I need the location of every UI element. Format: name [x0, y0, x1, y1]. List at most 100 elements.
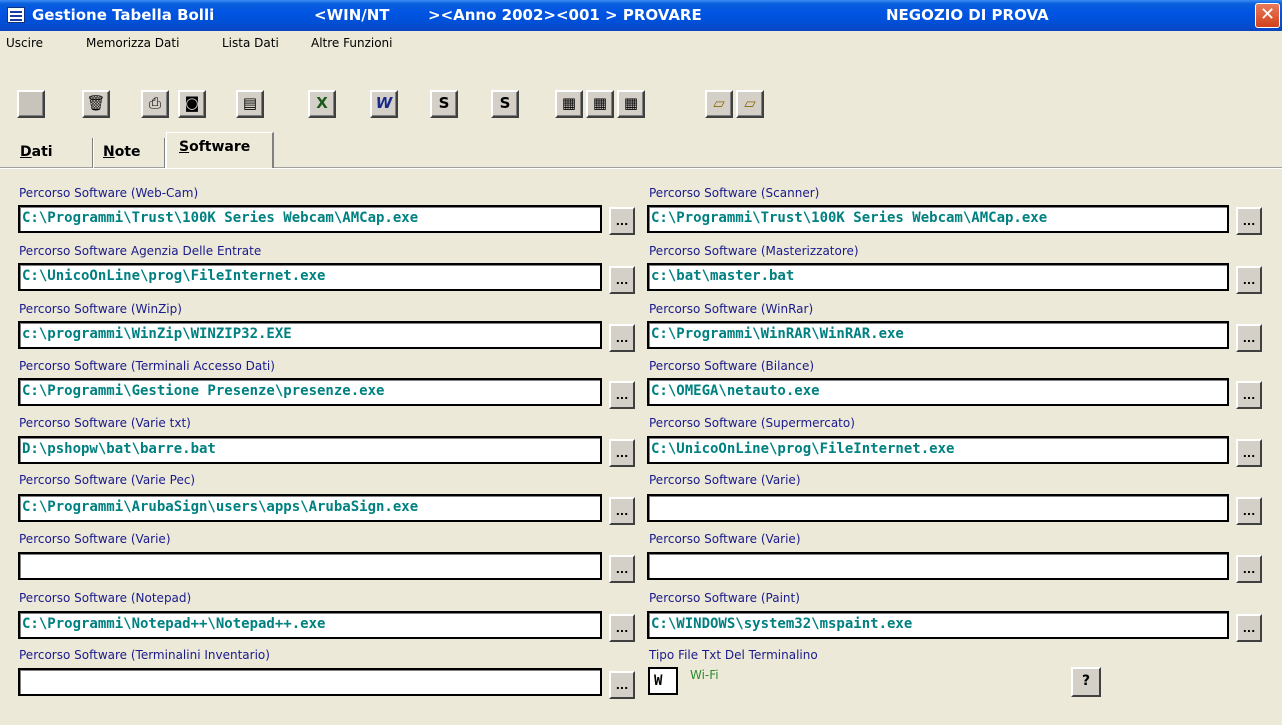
field-label-bilance: Percorso Software (Bilance) — [649, 359, 815, 373]
export-icon: S — [499, 94, 511, 112]
field-label-winzip: Percorso Software (WinZip) — [19, 302, 182, 316]
toolbar-clipboard2-button[interactable]: ▦ — [586, 90, 614, 118]
field-label-paint: Percorso Software (Paint) — [649, 591, 800, 605]
browse-button-varie-txt[interactable]: ... — [609, 439, 635, 467]
field-label-notepad: Percorso Software (Notepad) — [19, 591, 192, 605]
close-icon: ✕ — [1259, 4, 1276, 25]
field-varie-txt-path[interactable]: D:\pshopw\bat\barre.bat — [18, 436, 602, 464]
field-label-terminali: Percorso Software (Terminali Accesso Dat… — [19, 359, 275, 373]
toolbar-preview-button[interactable]: ◙ — [178, 90, 206, 118]
browse-button-webcam[interactable]: ... — [609, 207, 635, 235]
tab-note-accel: N — [103, 144, 115, 160]
menu-altre-funzioni[interactable]: Altre Funzioni — [311, 36, 393, 50]
field-notepad-path[interactable]: C:\Programmi\Notepad++\Notepad++.exe — [18, 611, 602, 639]
browse-button-varie-pec[interactable]: ... — [609, 497, 635, 525]
toolbar-excel-button[interactable]: X — [308, 90, 336, 118]
terminal-type-label: Tipo File Txt Del Terminalino — [649, 648, 818, 662]
menu-lista-dati[interactable]: Lista Dati — [222, 36, 279, 50]
folder-open-icon: ▱ — [744, 94, 756, 112]
field-winzip-path[interactable]: c:\programmi\WinZip\WINZIP32.EXE — [18, 321, 602, 349]
field-varie-right-2-path[interactable] — [647, 552, 1229, 580]
toolbar-export2-button[interactable]: S — [491, 90, 519, 118]
field-label-agenzia: Percorso Software Agenzia Delle Entrate — [19, 244, 262, 258]
field-label-varie-txt: Percorso Software (Varie txt) — [19, 416, 191, 430]
help-button[interactable]: ? — [1071, 667, 1101, 697]
tab-dati-accel: D — [20, 144, 32, 160]
field-label-masterizzatore: Percorso Software (Masterizzatore) — [649, 244, 859, 258]
browse-button-notepad[interactable]: ... — [609, 614, 635, 642]
toolbar-folder2-button[interactable]: ▱ — [736, 90, 764, 118]
tab-separator — [92, 138, 94, 168]
window-title: Gestione Tabella Bolli — [32, 6, 215, 24]
toolbar-folder1-button[interactable]: ▱ — [705, 90, 733, 118]
toolbar-print-button[interactable]: ⎙ — [141, 90, 169, 118]
toolbar-documents-button[interactable]: ▤ — [236, 90, 264, 118]
toolbar-delete-button[interactable]: 🗑 — [82, 90, 110, 118]
tab-software-accel: S — [179, 139, 190, 155]
browse-button-paint[interactable]: ... — [1236, 614, 1262, 642]
field-varie-pec-path[interactable]: C:\Programmi\ArubaSign\users\apps\ArubaS… — [18, 494, 602, 522]
field-label-varie-pec: Percorso Software (Varie Pec) — [19, 473, 196, 487]
field-label-webcam: Percorso Software (Web-Cam) — [19, 186, 199, 200]
tab-note[interactable]: Note — [103, 137, 141, 168]
menu-memorizza-dati[interactable]: Memorizza Dati — [86, 36, 179, 50]
terminal-type-input[interactable]: W — [648, 667, 678, 695]
toolbar-blank-button[interactable] — [17, 90, 45, 118]
field-label-varie-left: Percorso Software (Varie) — [19, 532, 171, 546]
field-terminalini-path[interactable] — [18, 668, 602, 696]
browse-button-scanner[interactable]: ... — [1236, 207, 1262, 235]
app-icon — [7, 7, 25, 23]
store-name: NEGOZIO DI PROVA — [886, 6, 1049, 24]
field-label-supermercato: Percorso Software (Supermercato) — [649, 416, 855, 430]
clipboard-icon: ▦ — [623, 94, 639, 112]
field-label-varie-right-2: Percorso Software (Varie) — [649, 532, 801, 546]
field-bilance-path[interactable]: C:\OMEGA\netauto.exe — [647, 378, 1229, 406]
platform-label: <WIN/NT — [314, 6, 390, 24]
toolbar-word-button[interactable]: W — [370, 90, 398, 118]
word-icon: W — [375, 94, 393, 112]
browse-button-agenzia[interactable]: ... — [609, 266, 635, 294]
browse-button-winzip[interactable]: ... — [609, 324, 635, 352]
excel-icon: X — [316, 94, 328, 112]
title-bar: Gestione Tabella Bolli <WIN/NT ><Anno 20… — [0, 0, 1282, 31]
export-icon: S — [438, 94, 450, 112]
field-winrar-path[interactable]: C:\Programmi\WinRAR\WinRAR.exe — [647, 321, 1229, 349]
browse-button-supermercato[interactable]: ... — [1236, 439, 1262, 467]
field-label-scanner: Percorso Software (Scanner) — [649, 186, 820, 200]
field-agenzia-path[interactable]: C:\UnicoOnLine\prog\FileInternet.exe — [18, 263, 602, 291]
browse-button-bilance[interactable]: ... — [1236, 381, 1262, 409]
clipboard-icon: ▦ — [592, 94, 608, 112]
question-icon: ? — [1081, 673, 1091, 689]
terminal-type-description: Wi-Fi — [690, 668, 719, 682]
browse-button-winrar[interactable]: ... — [1236, 324, 1262, 352]
browse-button-masterizzatore[interactable]: ... — [1236, 266, 1262, 294]
toolbar-clipboard1-button[interactable]: ▦ — [555, 90, 583, 118]
field-varie-left-path[interactable] — [18, 552, 602, 580]
year-info: ><Anno 2002><001 > PROVARE — [428, 6, 702, 24]
preview-icon: ◙ — [184, 94, 200, 112]
menu-bar: Uscire Memorizza Dati Lista Dati Altre F… — [0, 31, 1282, 56]
field-webcam-path[interactable]: C:\Programmi\Trust\100K Series Webcam\AM… — [18, 205, 602, 233]
field-label-varie-right-1: Percorso Software (Varie) — [649, 473, 801, 487]
browse-button-varie-left[interactable]: ... — [609, 555, 635, 583]
tab-software-label: oftware — [189, 139, 251, 155]
tab-dati[interactable]: Dati — [20, 137, 53, 168]
browse-button-varie-right-1[interactable]: ... — [1236, 497, 1262, 525]
documents-icon: ▤ — [242, 94, 258, 112]
close-button[interactable]: ✕ — [1255, 3, 1280, 28]
field-terminali-path[interactable]: C:\Programmi\Gestione Presenze\presenze.… — [18, 378, 602, 406]
browse-button-terminali[interactable]: ... — [609, 381, 635, 409]
menu-uscire[interactable]: Uscire — [6, 36, 43, 50]
toolbar-clipboard3-button[interactable]: ▦ — [617, 90, 645, 118]
field-supermercato-path[interactable]: C:\UnicoOnLine\prog\FileInternet.exe — [647, 436, 1229, 464]
browse-button-varie-right-2[interactable]: ... — [1236, 555, 1262, 583]
trash-icon: 🗑 — [86, 94, 106, 112]
field-varie-right-1-path[interactable] — [647, 494, 1229, 522]
browse-button-terminalini[interactable]: ... — [609, 671, 635, 699]
field-masterizzatore-path[interactable]: c:\bat\master.bat — [647, 263, 1229, 291]
toolbar-export1-button[interactable]: S — [430, 90, 458, 118]
field-scanner-path[interactable]: C:\Programmi\Trust\100K Series Webcam\AM… — [647, 205, 1229, 233]
folder-open-icon: ▱ — [713, 94, 725, 112]
tab-software[interactable]: Software — [166, 132, 274, 168]
field-paint-path[interactable]: C:\WINDOWS\system32\mspaint.exe — [647, 611, 1229, 639]
